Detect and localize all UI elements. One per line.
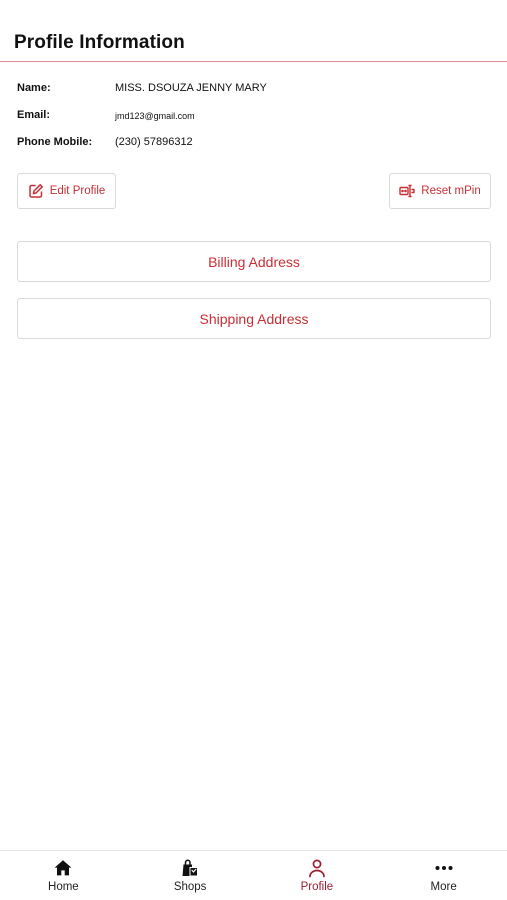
tab-profile[interactable]: Profile <box>254 851 381 900</box>
email-label: Email: <box>17 109 51 121</box>
reset-mpin-label: Reset mPin <box>421 185 481 197</box>
shipping-address-label: Shipping Address <box>199 310 309 327</box>
profile-info: Name: MISS. DSOUZA JENNY MARY Email: jmd… <box>17 80 487 161</box>
phone-row: Phone Mobile: (230) 57896312 <box>17 134 487 161</box>
edit-profile-button[interactable]: Edit Profile <box>17 173 116 209</box>
person-icon <box>309 859 325 878</box>
tab-more[interactable]: More <box>380 851 507 900</box>
name-row: Name: MISS. DSOUZA JENNY MARY <box>17 80 487 107</box>
email-value: jmd123@gmail.com <box>115 111 195 121</box>
phone-label: Phone Mobile: <box>17 136 93 148</box>
reset-mpin-button[interactable]: Reset mPin <box>389 173 491 209</box>
tab-more-label: More <box>430 881 457 893</box>
more-dots-icon <box>435 866 453 870</box>
password-reset-icon <box>399 183 415 199</box>
billing-address-label: Billing Address <box>208 253 300 270</box>
email-row: Email: jmd123@gmail.com <box>17 107 487 134</box>
bottom-tab-bar: Home Shops Profile More <box>0 850 507 900</box>
tab-profile-label: Profile <box>300 881 334 893</box>
home-icon <box>54 860 72 876</box>
tab-home-label: Home <box>48 881 79 893</box>
name-value: MISS. DSOUZA JENNY MARY <box>115 82 267 94</box>
name-label: Name: <box>17 82 51 94</box>
shipping-address-button[interactable]: Shipping Address <box>17 298 491 339</box>
shopping-bags-icon <box>182 859 199 877</box>
tab-shops[interactable]: Shops <box>127 851 254 900</box>
app-screen: Profile Information Name: MISS. DSOUZA J… <box>0 0 507 900</box>
tab-home[interactable]: Home <box>0 851 127 900</box>
header: Profile Information <box>0 0 507 62</box>
page-title: Profile Information <box>14 32 185 53</box>
billing-address-button[interactable]: Billing Address <box>17 241 491 282</box>
edit-profile-label: Edit Profile <box>49 185 106 197</box>
tab-shops-label: Shops <box>173 881 207 893</box>
edit-icon <box>28 183 44 199</box>
phone-value: (230) 57896312 <box>115 136 193 148</box>
